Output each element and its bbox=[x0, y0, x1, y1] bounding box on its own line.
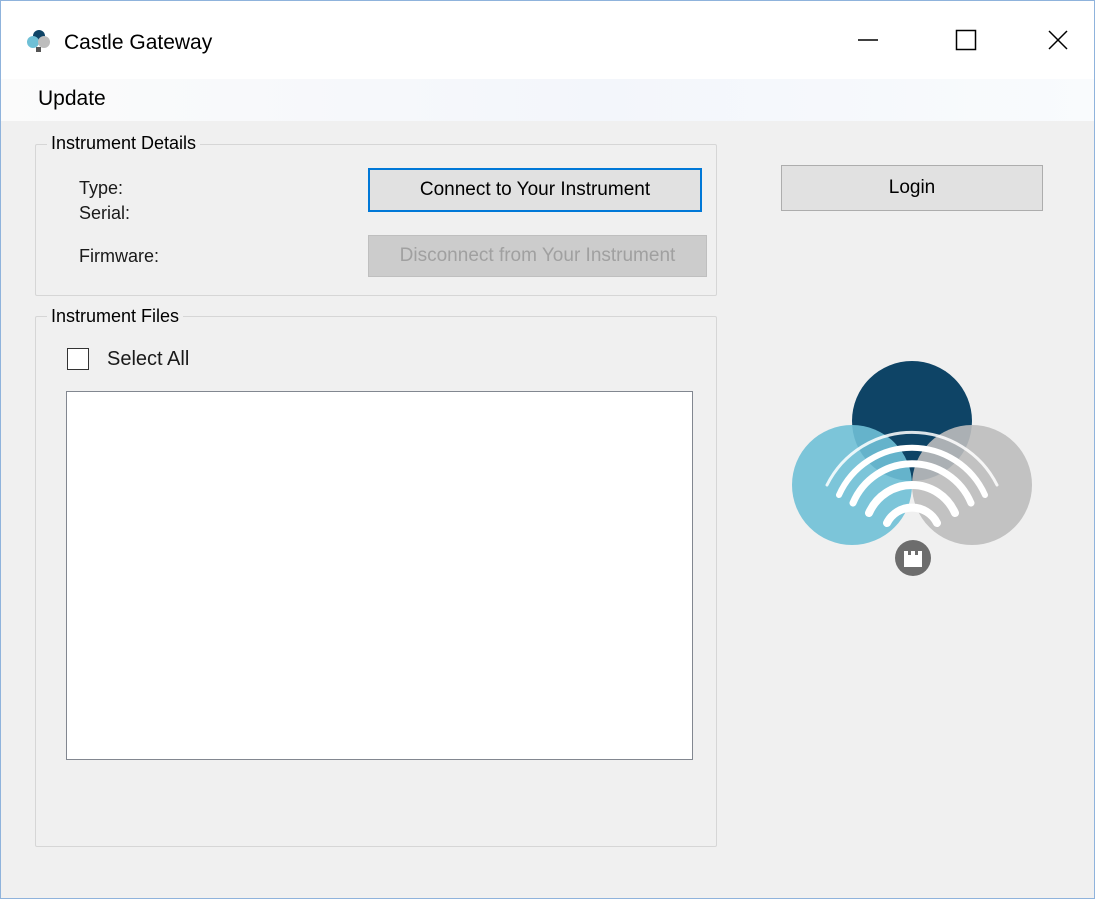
instrument-files-list[interactable] bbox=[66, 391, 693, 760]
instrument-files-legend: Instrument Files bbox=[47, 306, 184, 327]
window-title: Castle Gateway bbox=[64, 31, 213, 54]
menu-item-update[interactable]: Update bbox=[38, 87, 106, 111]
firmware-label: Firmware: bbox=[79, 246, 159, 266]
login-button[interactable]: Login bbox=[781, 165, 1043, 211]
select-all-checkbox[interactable] bbox=[67, 348, 89, 370]
close-button[interactable] bbox=[1022, 1, 1094, 79]
type-label: Type: bbox=[79, 178, 124, 198]
minimize-button[interactable] bbox=[832, 1, 904, 79]
menu-bar bbox=[1, 79, 1094, 121]
app-logo-icon bbox=[27, 30, 50, 52]
select-all-label[interactable]: Select All bbox=[107, 348, 189, 371]
disconnect-instrument-button: Disconnect from Your Instrument bbox=[368, 235, 707, 277]
castle-gateway-logo bbox=[792, 361, 1032, 576]
connect-instrument-button[interactable]: Connect to Your Instrument bbox=[368, 168, 702, 212]
serial-label: Serial: bbox=[79, 203, 131, 223]
title-bar[interactable]: Castle Gateway bbox=[1, 1, 1094, 79]
maximize-button[interactable] bbox=[930, 1, 1002, 79]
app-window: Castle Gateway Update Instrument Details… bbox=[0, 0, 1095, 899]
maximize-icon bbox=[955, 29, 977, 51]
minimize-icon bbox=[858, 39, 878, 41]
instrument-details-legend: Instrument Details bbox=[47, 133, 201, 154]
close-icon bbox=[1048, 30, 1068, 50]
